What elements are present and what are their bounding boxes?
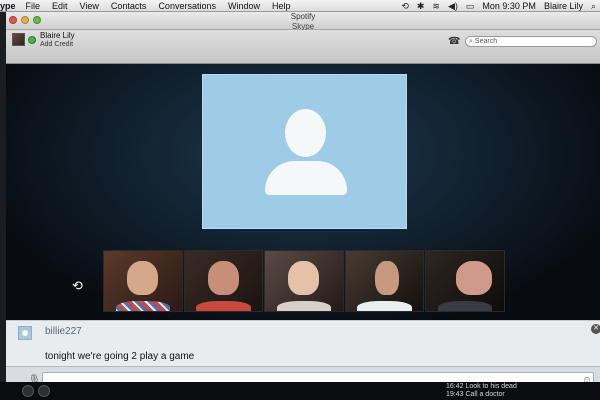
participant-face <box>127 260 159 296</box>
participant-shirt <box>196 301 251 311</box>
participant-video[interactable] <box>425 250 505 312</box>
participant-video[interactable] <box>183 250 264 312</box>
participant-face <box>455 260 492 296</box>
menu-help[interactable]: Help <box>272 1 291 11</box>
menu-window[interactable]: Window <box>228 1 260 11</box>
participant-video[interactable] <box>264 250 344 312</box>
participant-shirt <box>357 301 412 311</box>
user-avatar[interactable] <box>12 33 25 46</box>
participant-face <box>375 260 399 296</box>
chat-message: tonight we're going 2 play a game <box>45 351 195 362</box>
rotate-icon[interactable]: ⟲ <box>72 278 83 294</box>
participant-face <box>288 260 320 296</box>
participant-shirt <box>115 301 170 311</box>
video-call-area: ⟲ <box>6 64 600 320</box>
menu-app-name[interactable]: ype <box>0 1 16 11</box>
window-title-text: Spotify <box>290 12 316 21</box>
participant-shirt <box>276 301 332 311</box>
default-avatar-body-icon <box>265 161 347 195</box>
participant-shirt <box>438 301 493 311</box>
participant-video[interactable] <box>344 250 425 312</box>
sender-avatar[interactable] <box>18 326 32 340</box>
menu-contacts[interactable]: Contacts <box>111 1 147 11</box>
participant-video[interactable] <box>103 250 183 312</box>
chat-panel: billie227 tonight we're going 2 play a g… <box>6 320 600 366</box>
battery-icon[interactable]: ▭ <box>466 1 475 12</box>
add-credit-link[interactable]: Add Credit <box>40 41 73 48</box>
menubar-status-area: ⟲ ✱ ≋ ◀) ▭ Mon 9:30 PM Blaire Lily ⌕ <box>401 0 596 12</box>
account-toolbar: Blaire Lily Add Credit ☎ ⌕ <box>6 30 600 64</box>
menubar-clock[interactable]: Mon 9:30 PM <box>482 1 536 11</box>
chat-sender-name[interactable]: billie227 <box>45 326 82 337</box>
menu-view[interactable]: View <box>80 1 99 11</box>
menu-edit[interactable]: Edit <box>52 1 68 11</box>
phone-icon[interactable]: ☎ <box>448 36 460 47</box>
account-name[interactable]: Blaire Lily <box>40 31 75 40</box>
default-avatar-head-icon <box>285 109 326 157</box>
close-chat-icon[interactable]: ✕ <box>591 324 600 334</box>
skype-window: Spotify Skype Blaire Lily Add Credit ☎ ⌕… <box>6 12 600 400</box>
wifi-icon[interactable]: ≋ <box>432 1 440 12</box>
spotlight-icon[interactable]: ⌕ <box>591 1 596 12</box>
background-line: 16:42 Look to his dead <box>446 383 517 390</box>
menu-conversations[interactable]: Conversations <box>158 1 216 11</box>
participant-strip <box>103 250 505 312</box>
bluetooth-icon[interactable]: ✱ <box>417 1 425 12</box>
time-machine-icon[interactable]: ⟲ <box>401 1 409 12</box>
menu-bar: ype File Edit View Contacts Conversation… <box>0 0 600 12</box>
background-button-icon <box>38 385 50 397</box>
search-icon: ⌕ <box>469 37 473 45</box>
self-video-placeholder <box>202 74 407 229</box>
search-box[interactable]: ⌕ <box>465 36 597 47</box>
online-status-icon[interactable] <box>28 36 36 44</box>
background-button-icon <box>22 385 34 397</box>
menu-file[interactable]: File <box>26 1 41 11</box>
title-bar: Spotify Skype <box>6 12 600 32</box>
volume-icon[interactable]: ◀) <box>448 1 458 12</box>
search-input[interactable] <box>474 38 585 45</box>
participant-face <box>207 260 239 296</box>
window-title: Spotify Skype <box>6 12 600 32</box>
menubar-user[interactable]: Blaire Lily <box>544 1 583 11</box>
background-text: 16:42 Look to his dead 19:43 Call a doct… <box>446 383 517 399</box>
default-avatar-icon <box>22 330 28 336</box>
background-line: 19:43 Call a doctor <box>446 391 505 398</box>
